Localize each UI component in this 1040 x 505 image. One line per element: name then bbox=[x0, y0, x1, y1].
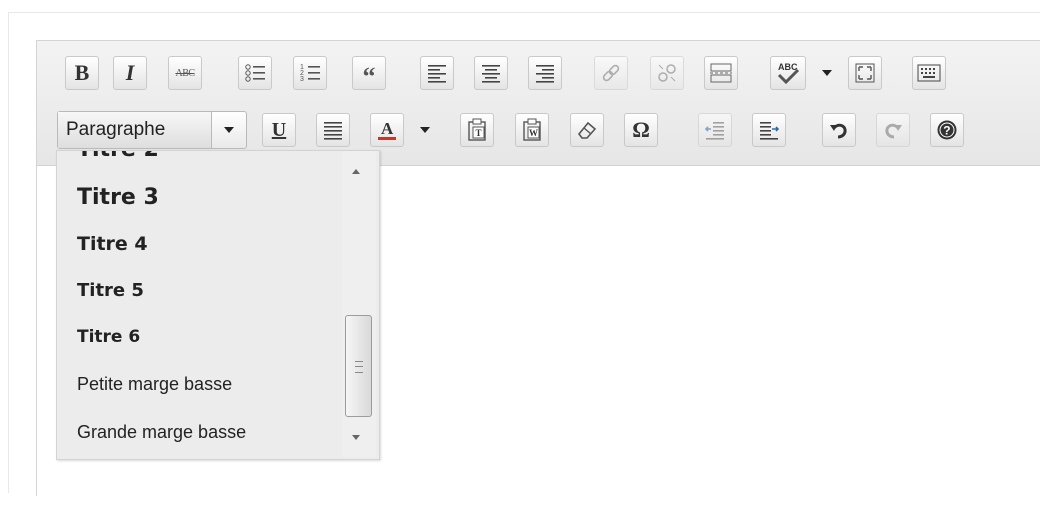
strikethrough-button[interactable]: ABC bbox=[168, 56, 202, 90]
keyboard-icon bbox=[917, 64, 941, 82]
paste-word-icon: W bbox=[523, 118, 541, 141]
spellcheck-button[interactable]: ABC bbox=[770, 56, 806, 90]
dropdown-item-titre-4[interactable]: Titre 4 bbox=[77, 233, 148, 255]
link-icon bbox=[602, 64, 620, 82]
align-right-button[interactable] bbox=[528, 56, 562, 90]
svg-text:A: A bbox=[381, 119, 394, 138]
insert-link-button[interactable] bbox=[594, 56, 628, 90]
underline-label: U bbox=[271, 118, 287, 141]
svg-text:T: T bbox=[476, 128, 482, 138]
omega-icon: Ω bbox=[632, 117, 650, 142]
help-button[interactable]: ? bbox=[930, 113, 964, 147]
dropdown-scrollbar[interactable] bbox=[342, 151, 376, 457]
undo-icon bbox=[830, 123, 847, 139]
bullet-list-icon bbox=[245, 64, 265, 82]
paste-as-text-button[interactable]: T bbox=[460, 113, 494, 147]
clear-formatting-button[interactable] bbox=[570, 113, 604, 147]
eraser-icon bbox=[577, 121, 597, 139]
align-left-icon bbox=[428, 65, 446, 83]
outdent-button[interactable] bbox=[698, 113, 732, 147]
unlink-icon bbox=[658, 64, 676, 82]
format-select[interactable]: Paragraphe bbox=[57, 111, 247, 149]
more-tag-icon bbox=[710, 63, 732, 83]
chevron-down-icon[interactable] bbox=[212, 112, 246, 148]
special-character-button[interactable]: Ω bbox=[624, 113, 658, 147]
numbered-list-button[interactable]: 1 2 3 bbox=[293, 56, 327, 90]
svg-text:3: 3 bbox=[300, 76, 304, 83]
indent-button[interactable] bbox=[752, 113, 786, 147]
text-color-icon: A bbox=[378, 119, 396, 140]
numbered-list-icon: 1 2 3 bbox=[300, 64, 320, 83]
dropdown-item-titre-2[interactable]: Titre 2 bbox=[77, 151, 159, 162]
align-right-icon bbox=[536, 65, 554, 83]
grip-icon bbox=[355, 361, 363, 373]
dropdown-item-petite-marge-basse[interactable]: Petite marge basse bbox=[77, 374, 232, 395]
format-dropdown-list: Titre 2 Titre 3 Titre 4 Titre 5 Titre 6 … bbox=[56, 150, 380, 460]
text-color-button[interactable]: A bbox=[370, 113, 404, 147]
scroll-down-arrow-icon[interactable] bbox=[352, 435, 360, 440]
redo-button[interactable] bbox=[876, 113, 910, 147]
bold-button[interactable]: B bbox=[65, 56, 99, 90]
justify-button[interactable] bbox=[316, 113, 350, 147]
spellcheck-icon: ABC bbox=[777, 62, 800, 85]
italic-button[interactable]: I bbox=[113, 56, 147, 90]
undo-button[interactable] bbox=[822, 113, 856, 147]
align-left-button[interactable] bbox=[420, 56, 454, 90]
bullet-list-button[interactable] bbox=[238, 56, 272, 90]
blockquote-icon: “ bbox=[362, 62, 376, 91]
outdent-icon bbox=[704, 122, 724, 140]
strikethrough-label: ABC bbox=[175, 67, 195, 79]
fullscreen-button[interactable] bbox=[848, 56, 882, 90]
format-select-value: Paragraphe bbox=[58, 112, 212, 148]
redo-icon bbox=[885, 123, 902, 139]
indent-icon bbox=[760, 122, 780, 140]
scrollbar-thumb[interactable] bbox=[345, 315, 372, 417]
svg-text:ABC: ABC bbox=[778, 62, 798, 72]
help-icon: ? bbox=[937, 120, 957, 140]
svg-text:W: W bbox=[529, 128, 538, 138]
dropdown-item-grande-marge-basse[interactable]: Grande marge basse bbox=[77, 422, 246, 443]
kitchen-sink-button[interactable] bbox=[912, 56, 946, 90]
dropdown-item-titre-6[interactable]: Titre 6 bbox=[77, 327, 140, 347]
text-color-dropdown-arrow[interactable] bbox=[416, 113, 434, 147]
insert-more-button[interactable] bbox=[704, 56, 738, 90]
paste-from-word-button[interactable]: W bbox=[515, 113, 549, 147]
scroll-up-arrow-icon[interactable] bbox=[352, 169, 360, 174]
svg-text:?: ? bbox=[943, 124, 950, 138]
align-center-icon bbox=[482, 65, 500, 83]
dropdown-item-titre-5[interactable]: Titre 5 bbox=[77, 280, 144, 301]
remove-link-button[interactable] bbox=[650, 56, 684, 90]
spellcheck-dropdown-arrow[interactable] bbox=[818, 56, 836, 90]
align-justify-icon bbox=[324, 122, 342, 140]
fullscreen-icon bbox=[855, 63, 875, 83]
align-center-button[interactable] bbox=[474, 56, 508, 90]
underline-button[interactable]: U bbox=[262, 113, 296, 147]
italic-label: I bbox=[125, 60, 135, 85]
bold-label: B bbox=[74, 60, 90, 85]
dropdown-item-titre-3[interactable]: Titre 3 bbox=[77, 185, 159, 210]
paste-text-icon: T bbox=[468, 118, 486, 141]
blockquote-button[interactable]: “ bbox=[352, 56, 386, 90]
